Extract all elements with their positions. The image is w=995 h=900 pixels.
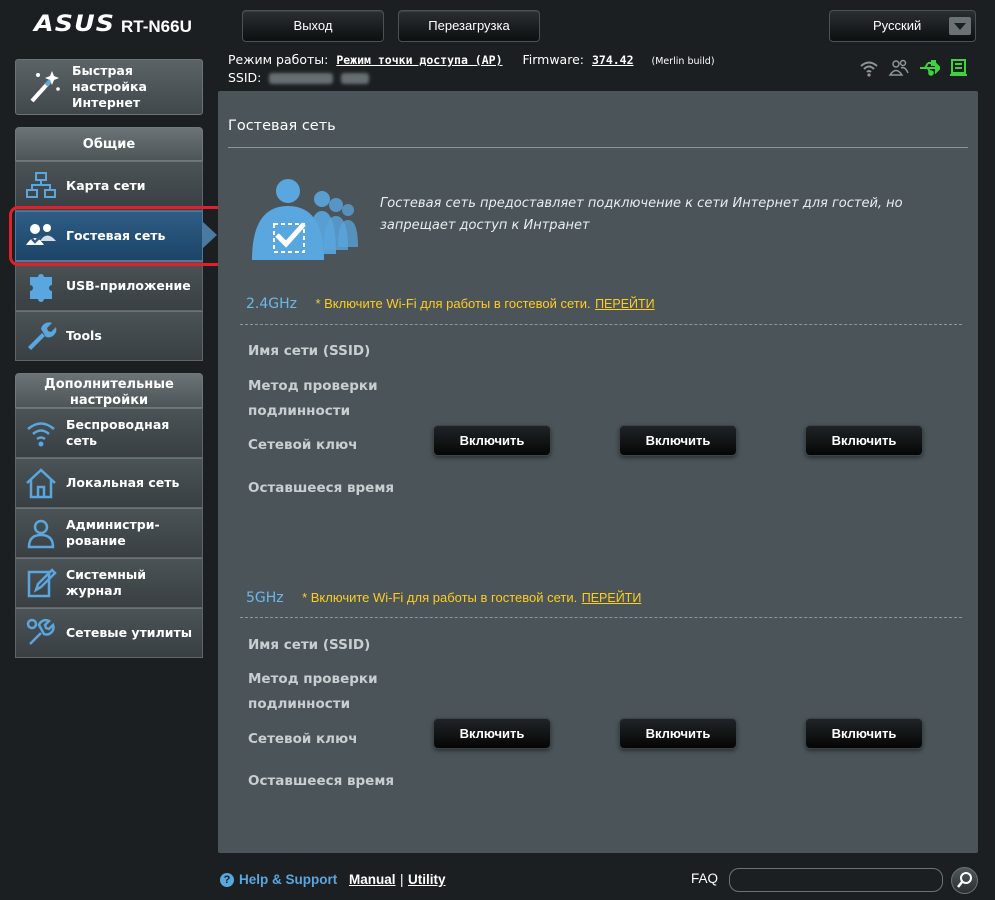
- enable-guest-button[interactable]: Включить: [433, 425, 551, 456]
- title-divider: [228, 147, 968, 148]
- quick-setup-label: Быстрая настройка Интернет: [72, 63, 147, 110]
- asus-logo: ASUS: [34, 12, 116, 37]
- enable-guest-button[interactable]: Включить: [805, 425, 923, 456]
- tools-icon: [24, 319, 58, 353]
- printer-status-icon[interactable]: [948, 58, 970, 78]
- general-section-header: Общие: [15, 127, 203, 161]
- band-goto-link[interactable]: ПЕРЕЙТИ: [595, 297, 655, 311]
- ssid-label: SSID:: [228, 70, 262, 85]
- sidebar-item-network-tools[interactable]: Сетевые утилиты: [15, 608, 203, 658]
- band-divider: [240, 324, 962, 325]
- guest-users-illustration-icon: [248, 172, 363, 262]
- field-remaining-time: Оставшееся время: [248, 773, 395, 789]
- ssid-line: SSID:: [228, 70, 370, 85]
- manual-link[interactable]: Manual: [349, 872, 396, 887]
- clients-status-icon[interactable]: [888, 58, 910, 78]
- magic-wand-icon: [24, 67, 64, 107]
- operation-mode-line: Режим работы: Режим точки доступа (AP) F…: [228, 52, 715, 67]
- sidebar-item-network-map[interactable]: Карта сети: [15, 161, 203, 211]
- field-ssid: Имя сети (SSID): [248, 637, 371, 653]
- guest-network-description: Гостевая сеть предоставляет подключение …: [380, 196, 903, 233]
- page-title: Гостевая сеть: [228, 118, 336, 134]
- footer-separator: |: [400, 872, 404, 887]
- field-ssid: Имя сети (SSID): [248, 343, 371, 359]
- search-icon: [957, 872, 972, 888]
- firmware-label: Firmware:: [522, 52, 584, 67]
- router-model: RT-N66U: [121, 17, 192, 36]
- sidebar-item-label: Карта сети: [66, 178, 146, 193]
- mode-link[interactable]: Режим точки доступа (AP): [336, 53, 502, 67]
- network-tools-icon: [24, 616, 58, 650]
- usb-app-icon: [24, 269, 58, 303]
- field-remaining-time: Оставшееся время: [248, 480, 395, 496]
- firmware-note: (Merlin build): [651, 56, 715, 67]
- band-name: 5GHz: [246, 590, 284, 606]
- sidebar-item-usb-app[interactable]: USB-приложение: [15, 261, 203, 311]
- sidebar-item-label: Администри-рование: [66, 517, 160, 548]
- sidebar-item-label: USB-приложение: [66, 278, 191, 293]
- sidebar-item-administration[interactable]: Администри-рование: [15, 508, 203, 558]
- mode-label: Режим работы:: [228, 52, 329, 67]
- band-wifi-warning: * Включите Wi-Fi для работы в гостевой с…: [302, 590, 578, 605]
- sidebar-item-label: Системный журнал: [66, 567, 146, 598]
- quick-internet-setup[interactable]: Быстрая настройка Интернет: [15, 59, 203, 115]
- sidebar-item-lan[interactable]: Локальная сеть: [15, 458, 203, 508]
- band-5ghz-header: 5GHz * Включите Wi-Fi для работы в госте…: [246, 590, 641, 606]
- enable-guest-button[interactable]: Включить: [805, 718, 923, 749]
- band-goto-link[interactable]: ПЕРЕЙТИ: [582, 591, 642, 605]
- ssid-redacted-2: [341, 73, 370, 84]
- enable-guest-button[interactable]: Включить: [433, 718, 551, 749]
- faq-label: FAQ: [691, 871, 719, 886]
- band-wifi-warning: * Включите Wi-Fi для работы в гостевой с…: [315, 296, 591, 311]
- help-support-link[interactable]: ? Help & Support: [220, 872, 337, 887]
- sidebar-item-system-log[interactable]: Системный журнал: [15, 558, 203, 608]
- language-select[interactable]: Русский: [829, 10, 976, 42]
- logout-button[interactable]: Выход: [242, 10, 384, 42]
- field-network-key: Сетевой ключ: [248, 731, 358, 747]
- field-auth-method: Метод проверки подлинности: [248, 378, 378, 419]
- enable-guest-button[interactable]: Включить: [619, 718, 737, 749]
- sidebar-item-label: Беспроводная сеть: [66, 417, 170, 448]
- band-24ghz-header: 2.4GHz * Включите Wi-Fi для работы в гос…: [246, 296, 655, 312]
- sidebar-item-tools[interactable]: Tools: [15, 311, 203, 361]
- help-icon: ?: [220, 872, 234, 887]
- advanced-section-header: Дополнительные настройки: [15, 373, 203, 408]
- admin-icon: [24, 516, 58, 550]
- ssid-redacted-1: [269, 73, 334, 84]
- wifi-status-icon[interactable]: [858, 58, 880, 78]
- band-name: 2.4GHz: [246, 296, 297, 312]
- enable-guest-button[interactable]: Включить: [619, 425, 737, 456]
- faq-search-button[interactable]: [951, 867, 978, 894]
- wireless-icon: [24, 416, 58, 450]
- sidebar-item-label: Сетевые утилиты: [66, 625, 193, 640]
- language-value: Русский: [873, 18, 922, 33]
- reboot-button[interactable]: Перезагрузка: [398, 10, 540, 42]
- firmware-link[interactable]: 374.42: [592, 53, 634, 67]
- help-support-label: Help & Support: [239, 872, 338, 887]
- chevron-down-icon: [949, 17, 971, 35]
- status-icons: [858, 58, 970, 78]
- sidebar-item-label: Локальная сеть: [66, 475, 180, 490]
- faq-search-input[interactable]: [729, 868, 943, 892]
- usb-status-icon[interactable]: [918, 58, 942, 78]
- sidebar-item-label: Tools: [66, 328, 102, 343]
- guest-network-highlight: [9, 206, 230, 266]
- syslog-icon: [24, 566, 58, 600]
- utility-link[interactable]: Utility: [408, 872, 446, 887]
- field-network-key: Сетевой ключ: [248, 437, 358, 453]
- band-divider: [240, 617, 962, 618]
- lan-icon: [24, 466, 58, 500]
- network-map-icon: [24, 169, 58, 203]
- field-auth-method: Метод проверки подлинности: [248, 671, 378, 712]
- sidebar-item-wireless[interactable]: Беспроводная сеть: [15, 408, 203, 458]
